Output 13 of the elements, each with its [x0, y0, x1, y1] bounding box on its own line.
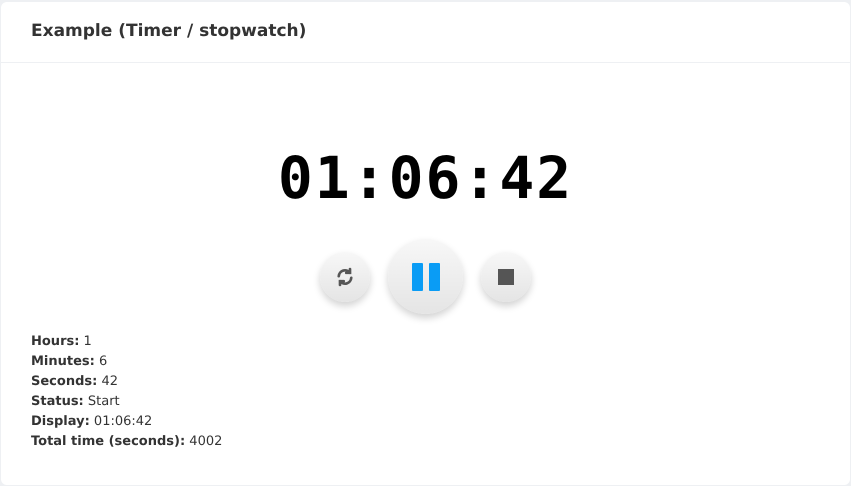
info-line: Hours: 1	[31, 333, 93, 351]
pause-icon	[412, 262, 440, 290]
info-line: Seconds: 42	[31, 373, 120, 391]
info-line: Minutes: 6	[31, 353, 108, 371]
card-title: Example (Timer / stopwatch)	[31, 20, 306, 44]
info-line: Total time (seconds): 4002	[31, 433, 224, 451]
refresh-icon	[335, 266, 355, 286]
info-line: Display: 01:06:42	[31, 413, 154, 431]
stop-button[interactable]	[481, 252, 531, 302]
stop-icon	[498, 268, 514, 284]
info-line: Status: Start	[31, 393, 121, 411]
reset-button[interactable]	[320, 252, 370, 302]
timer-display: 01:06:42	[278, 149, 574, 207]
